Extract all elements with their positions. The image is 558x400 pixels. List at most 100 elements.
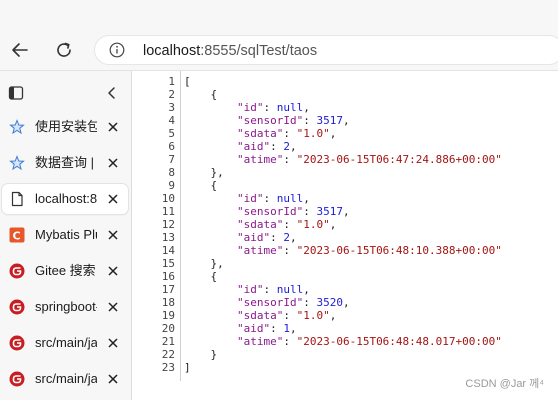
tab-title: Mybatis Plu xyxy=(35,227,97,242)
line-number: 4 xyxy=(168,114,175,127)
line-number: 1 xyxy=(168,75,175,88)
line-number: 19 xyxy=(161,309,175,322)
json-value: "1.0" xyxy=(296,218,330,231)
collapse-sidebar-icon[interactable] xyxy=(105,86,119,100)
url-path: :8555/sqlTest/taos xyxy=(200,43,318,59)
tab-title: src/main/jav xyxy=(35,335,97,350)
back-button[interactable] xyxy=(6,36,34,64)
tab-item[interactable]: 数据查询 | T xyxy=(2,148,128,178)
json-value: null xyxy=(276,101,304,114)
json-key: "id" xyxy=(236,283,264,296)
sidebar-header xyxy=(0,71,131,111)
json-value: 3517 xyxy=(316,205,343,218)
svg-text:C: C xyxy=(13,230,21,243)
tab-title: localhost:85 xyxy=(35,191,97,206)
json-key: "atime" xyxy=(236,335,284,348)
gitee-icon xyxy=(9,335,25,351)
json-key: "sdata" xyxy=(236,218,284,231)
tab-item[interactable]: C Mybatis Plu xyxy=(2,220,128,250)
json-key: "sensorId" xyxy=(236,114,304,127)
url-host: localhost xyxy=(143,43,201,59)
json-key: "sensorId" xyxy=(236,205,304,218)
line-number: 11 xyxy=(161,205,175,218)
close-icon[interactable] xyxy=(105,119,121,135)
json-key: "sensorId" xyxy=(236,296,304,309)
json-key: "sdata" xyxy=(236,127,284,140)
json-value: "2023-06-15T06:48:10.388+00:00" xyxy=(296,244,502,257)
json-key: "atime" xyxy=(236,244,284,257)
navigation-bar: localhost:8555/sqlTest/taos xyxy=(0,30,558,71)
close-icon[interactable] xyxy=(105,299,121,315)
title-bar xyxy=(0,0,558,30)
tab-title: 数据查询 | T xyxy=(35,155,97,170)
line-number: 7 xyxy=(168,153,175,166)
gitee-icon xyxy=(9,263,25,279)
line-number: 10 xyxy=(161,192,175,205)
json-value: 3517 xyxy=(316,114,343,127)
line-number: 16 xyxy=(161,270,175,283)
gitee-icon xyxy=(9,371,25,387)
tab-item[interactable]: src/main/jav xyxy=(2,364,128,394)
mybatis-icon: C xyxy=(9,227,25,243)
json-key: "sdata" xyxy=(236,309,284,322)
site-info-icon[interactable] xyxy=(109,42,125,58)
close-icon[interactable] xyxy=(105,335,121,351)
json-value: 2 xyxy=(283,231,290,244)
tab-title: Gitee 搜索 xyxy=(35,263,96,278)
line-number: 6 xyxy=(168,140,175,153)
line-number: 23 xyxy=(161,361,175,374)
line-number: 2 xyxy=(168,88,175,101)
tab-item[interactable]: 使用安装包 xyxy=(2,112,128,142)
close-icon[interactable] xyxy=(105,263,121,279)
line-number: 17 xyxy=(161,283,175,296)
tab-title: springboot- xyxy=(35,299,97,314)
json-value: "2023-06-15T06:48:48.017+00:00" xyxy=(296,335,502,348)
json-key: "id" xyxy=(236,192,264,205)
refresh-icon xyxy=(57,42,71,57)
address-bar[interactable]: localhost:8555/sqlTest/taos xyxy=(94,35,558,65)
tab-title: 使用安装包 xyxy=(35,119,97,134)
json-key: "aid" xyxy=(236,231,271,244)
url-text[interactable]: localhost:8555/sqlTest/taos xyxy=(143,42,317,60)
back-arrow-icon xyxy=(12,43,28,57)
json-value: 1 xyxy=(283,322,290,335)
json-key: "atime" xyxy=(236,153,284,166)
tab-item-active[interactable]: localhost:85 xyxy=(2,184,128,214)
close-icon[interactable] xyxy=(105,371,121,387)
json-value: null xyxy=(276,283,304,296)
gutter-divider xyxy=(180,71,181,381)
line-number: 5 xyxy=(168,127,175,140)
json-key: "aid" xyxy=(236,140,271,153)
json-value: "1.0" xyxy=(296,309,330,322)
page-icon xyxy=(11,191,23,207)
json-key: "id" xyxy=(236,101,264,114)
tab-item[interactable]: Gitee 搜索 xyxy=(2,256,128,286)
tab-title: src/main/jav xyxy=(35,371,97,386)
refresh-button[interactable] xyxy=(50,36,78,64)
vue-icon xyxy=(9,155,25,171)
watermark: CSDN @Jar 께⁴ xyxy=(465,378,544,390)
close-icon[interactable] xyxy=(105,155,121,171)
line-number: 13 xyxy=(161,231,175,244)
json-key: "aid" xyxy=(236,322,271,335)
line-number: 8 xyxy=(168,166,175,179)
line-number: 22 xyxy=(161,348,175,361)
json-viewer[interactable]: 1[ 2 { 3 "id": null, 4 "sensorId": 3517,… xyxy=(132,71,558,400)
close-icon[interactable] xyxy=(105,191,121,207)
json-value: null xyxy=(276,192,304,205)
line-number: 14 xyxy=(161,244,175,257)
line-number: 12 xyxy=(161,218,175,231)
line-number: 9 xyxy=(168,179,175,192)
line-number: 20 xyxy=(161,322,175,335)
vertical-tabs-sidebar: 使用安装包 数据查询 | T localhost:85 C Mybatis Pl… xyxy=(0,71,132,400)
tab-actions-icon[interactable] xyxy=(8,85,24,101)
vue-icon xyxy=(9,119,25,135)
line-number: 15 xyxy=(161,257,175,270)
close-icon[interactable] xyxy=(105,227,121,243)
line-number: 18 xyxy=(161,296,175,309)
tab-item[interactable]: src/main/jav xyxy=(2,328,128,358)
json-value: 3520 xyxy=(316,296,343,309)
json-value: 2 xyxy=(283,140,290,153)
line-number: 3 xyxy=(168,101,175,114)
tab-item[interactable]: springboot- xyxy=(2,292,128,322)
